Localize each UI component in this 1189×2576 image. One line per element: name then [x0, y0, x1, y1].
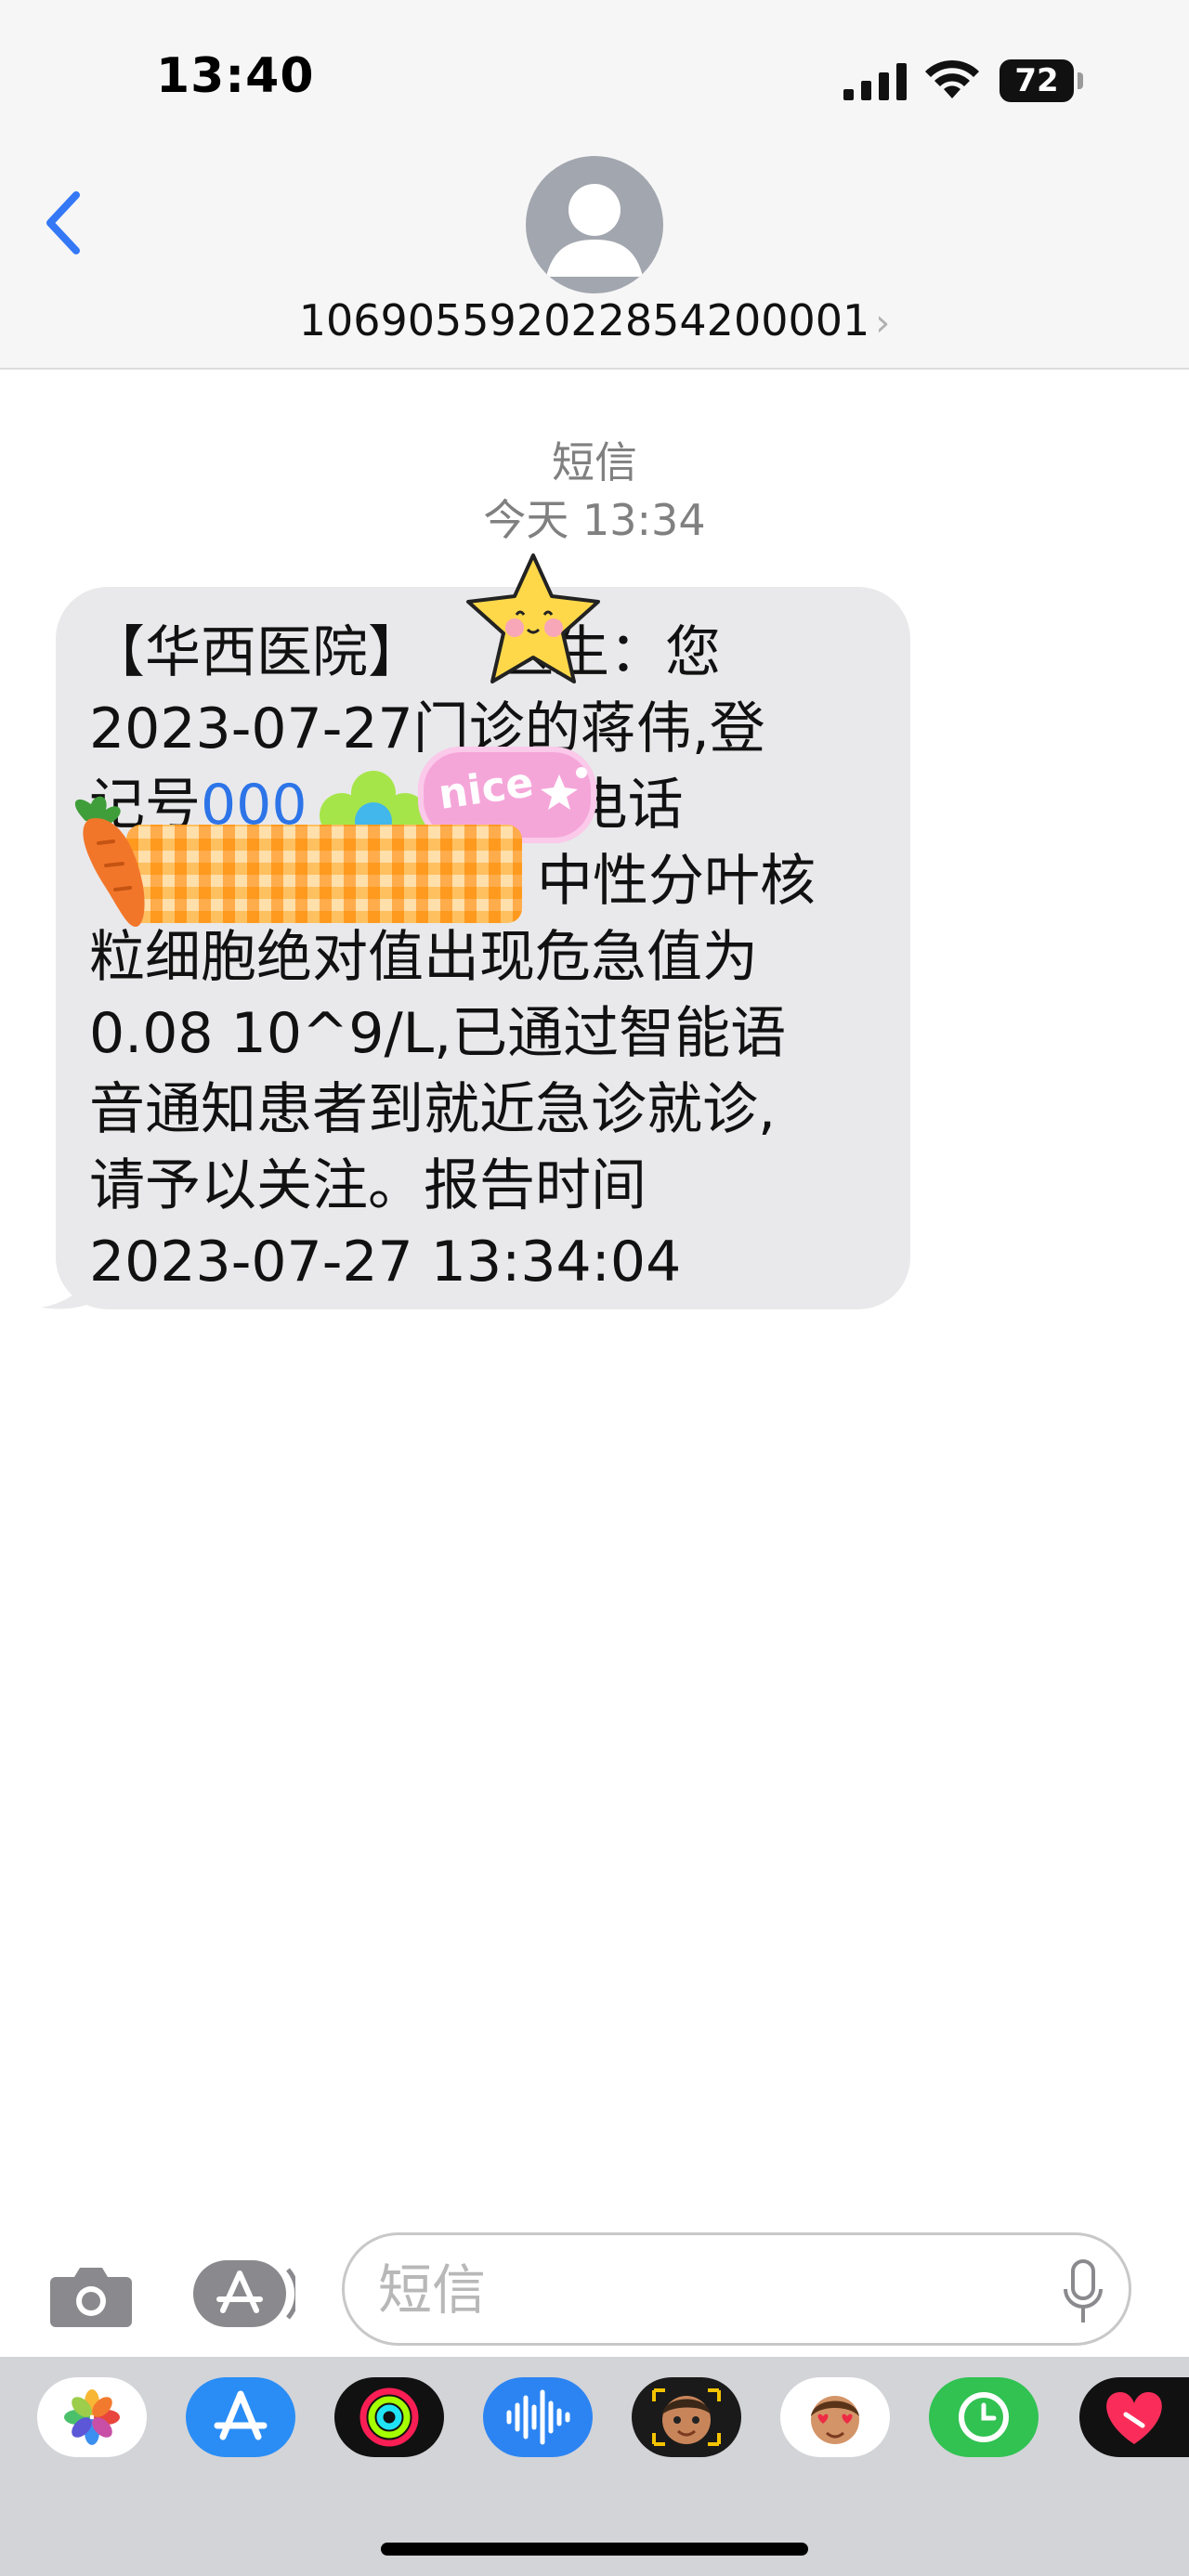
waveform-icon	[506, 2389, 570, 2445]
message-input-field[interactable]	[342, 2232, 1131, 2346]
app-store-app-icon[interactable]	[186, 2377, 295, 2457]
messages-screen: 13:40 72 106905592022854200001 › 短信 今天 1…	[0, 0, 1189, 2576]
status-bar: 13:40 72	[0, 0, 1189, 139]
message-bubble[interactable]: 【华西医院】 医生：您 2023-07-27门诊的蒋伟,登 记号000 ,电话 中性…	[56, 587, 910, 1309]
star-sticker	[466, 553, 600, 683]
message-text: 【华西医院】 医生：您 2023-07-27门诊的蒋伟,登 记号000 ,电话 中性…	[89, 615, 875, 1300]
person-silhouette-icon	[546, 184, 643, 277]
message-line-9: 2023-07-27 13:34:04	[89, 1229, 682, 1295]
clock-icon	[959, 2392, 1009, 2442]
conversation-header: 106905592022854200001 ›	[0, 139, 1189, 370]
battery-icon: 72	[1000, 59, 1083, 102]
message-line-6: 0.08 10^9/L,已通过智能语	[89, 1001, 787, 1066]
home-indicator[interactable]	[381, 2543, 808, 2556]
battery-tip	[1078, 72, 1083, 89]
wifi-icon	[925, 59, 979, 98]
digital-touch-app-icon[interactable]	[929, 2377, 1039, 2457]
cellular-signal-icon	[843, 63, 907, 100]
message-line-7: 音通知患者到就近急诊就诊,	[89, 1077, 777, 1142]
contact-number-button[interactable]: 106905592022854200001 ›	[0, 295, 1189, 345]
composer-bar	[0, 2210, 1189, 2349]
photos-app-icon[interactable]	[37, 2377, 147, 2457]
fitness-app-icon[interactable]	[334, 2377, 444, 2457]
heart-app-icon[interactable]	[1079, 2377, 1189, 2457]
back-chevron-icon[interactable]	[37, 186, 93, 260]
status-time: 13:40	[156, 48, 315, 104]
photos-flower-icon	[64, 2389, 120, 2445]
contact-number: 106905592022854200001	[298, 295, 870, 345]
chevron-right-icon: ›	[875, 302, 891, 345]
message-line-8: 请予以关注。报告时间	[89, 1153, 647, 1218]
activity-rings-icon	[359, 2387, 419, 2447]
app-store-button[interactable]	[191, 2257, 300, 2331]
memoji-stickers-app-icon[interactable]	[780, 2377, 890, 2457]
app-store-logo-icon	[214, 2390, 268, 2440]
audio-message-app-icon[interactable]	[483, 2377, 593, 2457]
message-input[interactable]	[378, 2256, 1028, 2324]
checkered-tape-sticker	[126, 825, 522, 923]
memoji-app-icon[interactable]	[632, 2377, 741, 2457]
memoji-heart-eyes-icon	[811, 2396, 859, 2444]
message-timestamp: 今天 13:34	[483, 495, 706, 545]
camera-icon[interactable]	[48, 2260, 134, 2329]
carrot-sticker	[74, 796, 145, 927]
app-store-icon	[193, 2260, 300, 2327]
service-label: 短信	[552, 437, 637, 488]
microphone-icon[interactable]	[1060, 2257, 1106, 2326]
message-line-5: 粒细胞绝对值出现危急值为	[89, 925, 758, 990]
battery-level: 72	[1014, 62, 1059, 99]
contact-avatar[interactable]	[526, 156, 663, 293]
broken-heart-icon	[1106, 2392, 1162, 2444]
memoji-face-icon	[652, 2388, 721, 2446]
